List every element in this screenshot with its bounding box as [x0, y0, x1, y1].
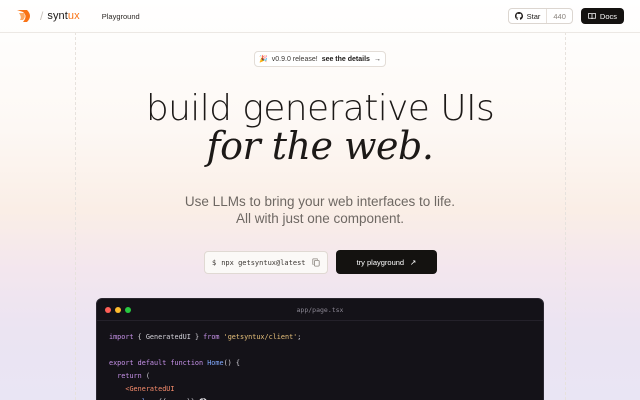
top-navbar: / syntux Playground Star 440 Docs — [0, 0, 640, 32]
code-line: value={{ ... }}? — [109, 396, 531, 400]
install-command-text: npx getsyntux@latest — [221, 258, 306, 267]
code-token: <GeneratedUI — [125, 385, 175, 393]
docs-button[interactable]: Docs — [580, 8, 624, 24]
code-line: import { GeneratedUI } from 'getsyntux/c… — [109, 331, 531, 344]
try-playground-label: try playground — [356, 257, 405, 267]
github-star-label-wrap: Star — [509, 9, 547, 23]
code-token: Home — [203, 359, 224, 367]
code-token: () { — [223, 359, 240, 367]
star-count: 440 — [546, 9, 572, 23]
code-token: ( — [141, 372, 150, 380]
code-token: 'getsyntux/client' — [219, 333, 298, 341]
syntux-logo-icon — [17, 10, 30, 22]
header-actions: Star 440 Docs — [507, 8, 624, 24]
code-token: from — [203, 333, 220, 341]
code-token: import — [109, 333, 134, 341]
star-label: Star — [526, 11, 541, 21]
install-command-box[interactable]: $ npx getsyntux@latest — [204, 251, 328, 274]
hero-tagline: Use LLMs to bring your web interfaces to… — [0, 193, 640, 227]
release-version-text: v0.9.0 release! — [271, 55, 318, 63]
code-block: import { GeneratedUI } from 'getsyntux/c… — [97, 321, 543, 400]
code-window-titlebar: app/page.tsx — [97, 299, 543, 321]
code-token: return — [117, 372, 142, 380]
nav-playground-link[interactable]: Playground — [102, 12, 140, 21]
code-line: <GeneratedUI — [109, 383, 531, 396]
logo-separator: / — [40, 9, 44, 23]
docs-label: Docs — [599, 11, 617, 21]
hero-title: build generative UIs — [145, 88, 495, 129]
copy-icon[interactable] — [312, 258, 320, 267]
brand-name: syntux — [47, 10, 79, 22]
book-icon — [588, 13, 596, 20]
code-line: export default function Home() { — [109, 357, 531, 370]
github-star-button[interactable]: Star 440 — [507, 8, 573, 24]
code-filename: app/page.tsx — [296, 305, 344, 314]
code-line: return ( — [109, 370, 531, 383]
shell-prompt: $ — [212, 258, 217, 267]
hero-subtitle: for the web. — [206, 124, 434, 168]
code-token: { GeneratedUI } — [133, 333, 204, 341]
header-divider — [0, 32, 640, 33]
code-token: ; — [297, 333, 302, 341]
github-icon — [514, 12, 523, 20]
code-token: export default function — [109, 359, 204, 367]
try-playground-button[interactable]: try playground ↗ — [336, 250, 437, 274]
brand-name-prefix: synt — [47, 10, 68, 22]
code-window: app/page.tsx import { GeneratedUI } from… — [96, 298, 544, 400]
release-announcement-pill[interactable]: 🎉 v0.9.0 release! see the details → — [254, 51, 386, 67]
arrow-right-icon: → — [373, 55, 381, 63]
brand-logo[interactable]: / syntux — [16, 8, 80, 24]
brand-name-accent: ux — [67, 10, 80, 22]
arrow-up-right-icon: ↗ — [410, 257, 417, 267]
tagline-line-1: Use LLMs to bring your web interfaces to… — [184, 194, 456, 209]
release-details-link[interactable]: see the details — [322, 56, 370, 63]
tagline-line-2: All with just one component. — [235, 211, 405, 226]
party-icon: 🎉 — [259, 56, 268, 63]
